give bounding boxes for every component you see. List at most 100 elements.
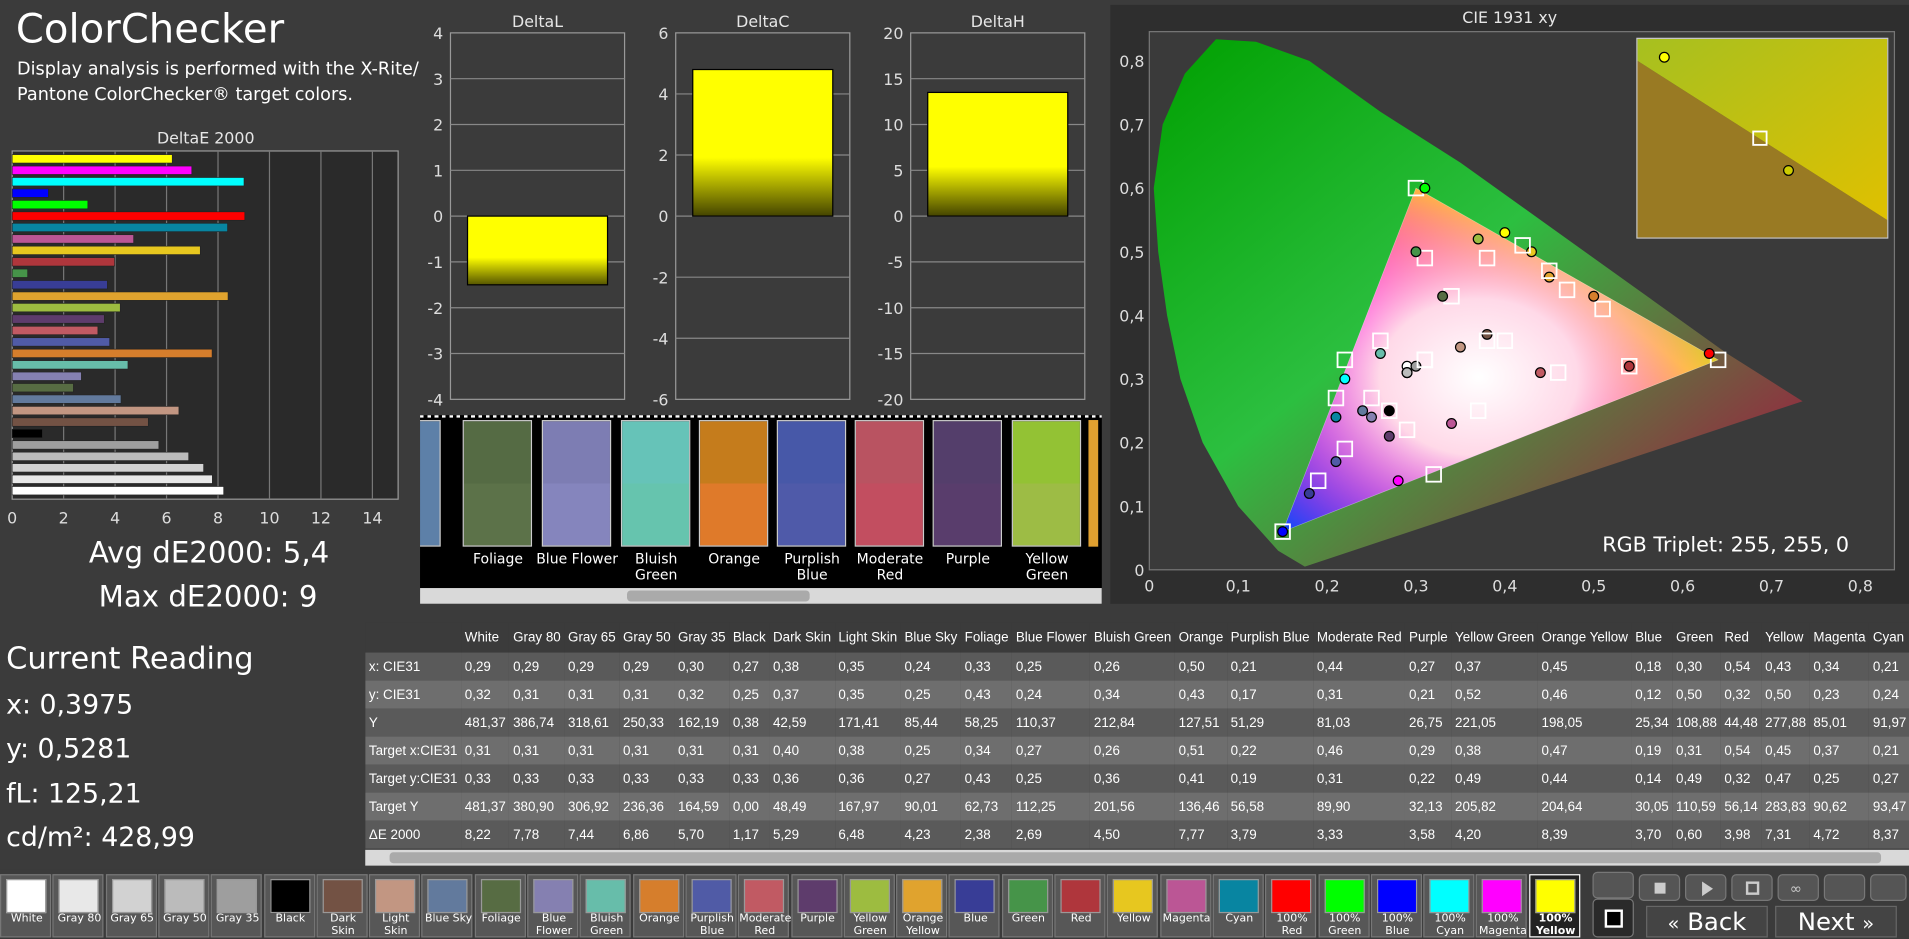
table-cell[interactable]: 0,40 [769, 736, 835, 765]
table-cell[interactable]: 0,33 [674, 764, 730, 793]
table-cell[interactable]: 204,64 [1537, 792, 1632, 821]
swatch-button[interactable]: Gray 80 [52, 874, 104, 938]
table-cell[interactable]: 42,59 [769, 708, 835, 737]
table-cell[interactable]: 0,35 [834, 680, 901, 709]
swatch-button[interactable]: 100% Magenta [1476, 874, 1528, 938]
table-cell[interactable]: 3,33 [1313, 820, 1406, 849]
table-cell[interactable]: 277,88 [1761, 708, 1810, 737]
table-cell[interactable]: 171,41 [834, 708, 901, 737]
refresh-icon[interactable] [1823, 874, 1866, 901]
table-cell[interactable]: 0,31 [729, 736, 770, 765]
table-cell[interactable]: 0,22 [1226, 736, 1314, 765]
table-cell[interactable]: 58,25 [960, 708, 1013, 737]
table-cell[interactable]: 4,23 [900, 820, 961, 849]
table-cell[interactable]: 8,39 [1537, 820, 1632, 849]
table-cell[interactable]: 0,49 [1672, 764, 1721, 793]
table-cell[interactable]: 212,84 [1090, 708, 1175, 737]
table-cell[interactable]: 0,21 [1869, 652, 1909, 681]
table-cell[interactable]: 0,18 [1631, 652, 1673, 681]
swatch-button[interactable]: Purplish Blue [685, 874, 737, 938]
table-cell[interactable]: 0,34 [1090, 680, 1175, 709]
table-cell[interactable]: 0,44 [1537, 764, 1632, 793]
table-cell[interactable]: 8,37 [1869, 820, 1909, 849]
table-cell[interactable]: 48,49 [769, 792, 835, 821]
table-cell[interactable]: 0,24 [900, 652, 961, 681]
table-cell[interactable]: 56,58 [1226, 792, 1314, 821]
table-cell[interactable]: 0,31 [461, 736, 510, 765]
table-cell[interactable]: 0,32 [1720, 680, 1762, 709]
swatch-button[interactable]: Blue [948, 874, 1001, 938]
swatch-button[interactable]: Blue Flower [527, 874, 579, 938]
table-cell[interactable]: 0,60 [1672, 820, 1721, 849]
stop-icon[interactable] [1638, 874, 1681, 901]
table-cell[interactable]: 0,43 [1761, 652, 1810, 681]
table-cell[interactable]: 201,56 [1090, 792, 1175, 821]
table-cell[interactable]: 2,38 [960, 820, 1013, 849]
table-cell[interactable]: 0,37 [1451, 652, 1538, 681]
table-cell[interactable]: 44,48 [1720, 708, 1762, 737]
table-cell[interactable]: 0,12 [1631, 680, 1673, 709]
swatch-button[interactable]: Orange Yellow [896, 874, 948, 938]
table-cell[interactable]: 236,36 [619, 792, 675, 821]
table-cell[interactable]: 0,24 [1869, 680, 1909, 709]
swatch-button[interactable]: 100% Yellow [1528, 874, 1580, 938]
table-cell[interactable]: 0,31 [1672, 736, 1721, 765]
up-icon[interactable] [1592, 871, 1634, 899]
table-cell[interactable]: 5,70 [674, 820, 730, 849]
swatch-button[interactable]: 100% Red [1265, 874, 1317, 938]
table-cell[interactable]: 0,29 [619, 652, 675, 681]
table-cell[interactable]: 0,24 [1012, 680, 1091, 709]
swatch-button[interactable]: Red [1054, 874, 1106, 938]
table-cell[interactable]: 0,34 [1809, 652, 1870, 681]
swatch-button[interactable]: 100% Green [1317, 874, 1370, 938]
swatch-button[interactable]: Foliage [474, 874, 526, 938]
table-cell[interactable]: 4,20 [1451, 820, 1538, 849]
table-cell[interactable]: 7,77 [1174, 820, 1227, 849]
table-cell[interactable]: 0,46 [1537, 680, 1632, 709]
table-cell[interactable]: 0,31 [509, 736, 565, 765]
table-cell[interactable]: 386,74 [509, 708, 565, 737]
table-cell[interactable]: 93,47 [1869, 792, 1909, 821]
table-cell[interactable]: 7,78 [509, 820, 565, 849]
swatch-button[interactable]: Gray 50 [158, 874, 210, 938]
swatch-button[interactable]: Gray 65 [105, 874, 157, 938]
table-cell[interactable]: 0,27 [729, 652, 770, 681]
table-cell[interactable]: 1,17 [729, 820, 770, 849]
table-cell[interactable]: 0,47 [1761, 764, 1810, 793]
table-cell[interactable]: 318,61 [564, 708, 620, 737]
table-cell[interactable]: 90,62 [1809, 792, 1870, 821]
table-cell[interactable]: 3,58 [1405, 820, 1452, 849]
table-cell[interactable]: 0,30 [1672, 652, 1721, 681]
swatch-button[interactable]: Black [263, 874, 315, 938]
swatch-button[interactable]: 100% Blue [1370, 874, 1422, 938]
table-cell[interactable]: 112,25 [1012, 792, 1091, 821]
table-cell[interactable]: 0,38 [834, 736, 901, 765]
table-cell[interactable]: 0,43 [1174, 680, 1227, 709]
back-button[interactable]: « Back [1646, 905, 1768, 938]
table-cell[interactable]: 0,50 [1672, 680, 1721, 709]
swatch-button[interactable]: Yellow Green [843, 874, 895, 938]
table-cell[interactable]: 0,49 [1451, 764, 1538, 793]
table-cell[interactable]: 250,33 [619, 708, 675, 737]
table-cell[interactable]: 0,31 [1313, 764, 1406, 793]
swatch-button[interactable]: Moderate Red [738, 874, 791, 938]
table-cell[interactable]: 0,31 [1313, 680, 1406, 709]
table-cell[interactable]: 0,45 [1537, 652, 1632, 681]
table-cell[interactable]: 62,73 [960, 792, 1013, 821]
swatch-button[interactable]: Cyan [1212, 874, 1264, 938]
table-cell[interactable]: 0,54 [1720, 736, 1762, 765]
table-cell[interactable]: 0,19 [1226, 764, 1314, 793]
table-cell[interactable]: 0,21 [1405, 680, 1452, 709]
table-cell[interactable]: 0,27 [900, 764, 961, 793]
table-cell[interactable]: 0,29 [461, 652, 510, 681]
table-cell[interactable]: 162,19 [674, 708, 730, 737]
table-cell[interactable]: 0,29 [509, 652, 565, 681]
table-cell[interactable]: 0,26 [1090, 736, 1175, 765]
table-cell[interactable]: 0,35 [834, 652, 901, 681]
table-cell[interactable]: 0,14 [1631, 764, 1673, 793]
table-cell[interactable]: 0,47 [1537, 736, 1632, 765]
table-cell[interactable]: 6,86 [619, 820, 675, 849]
table-cell[interactable]: 0,32 [461, 680, 510, 709]
table-cell[interactable]: 0,31 [509, 680, 565, 709]
table-cell[interactable]: 0,29 [1405, 736, 1452, 765]
